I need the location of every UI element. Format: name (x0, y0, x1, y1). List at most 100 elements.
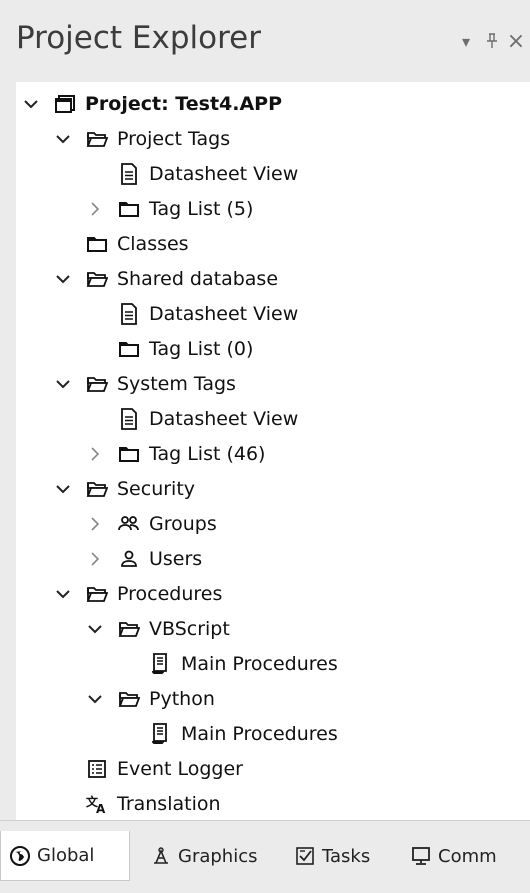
chevron-down-icon[interactable] (86, 620, 104, 638)
close-icon: × (506, 28, 526, 54)
bottom-tab-bar: Global Graphics Tasks Comm (0, 820, 530, 893)
tree-item[interactable]: Project: Test4.APP (22, 87, 282, 121)
folder-closed-icon (86, 233, 108, 255)
tree-item-label: Tag List (46) (149, 443, 266, 465)
folder-open-icon (118, 688, 140, 710)
folder-closed-icon (118, 443, 140, 465)
chevron-down-icon[interactable] (54, 585, 72, 603)
folder-open-icon (86, 268, 108, 290)
graphics-icon (150, 845, 172, 867)
tree-item[interactable]: Tag List (5) (86, 192, 253, 226)
document-icon (118, 163, 140, 185)
folder-open-icon (86, 128, 108, 150)
tree-item[interactable]: Datasheet View (86, 297, 298, 331)
chevron-down-icon[interactable] (86, 690, 104, 708)
tree-item[interactable]: Python (86, 682, 215, 716)
project-icon (54, 93, 76, 115)
tree-item-label: Main Procedures (181, 653, 338, 675)
folder-closed-icon (118, 198, 140, 220)
chevron-down-icon[interactable] (54, 375, 72, 393)
tree-item-label: Datasheet View (149, 303, 299, 325)
document-icon (118, 303, 140, 325)
tree-view: Project: Test4.APP Project Tags Datasheet … (16, 82, 530, 820)
tree-item-label: VBScript (149, 618, 230, 640)
chevron-right-icon[interactable] (86, 445, 104, 463)
folder-open-icon (86, 583, 108, 605)
tree-item-label: Users (149, 548, 203, 570)
tree-item[interactable]: Main Procedures (118, 717, 338, 751)
folder-open-icon (86, 478, 108, 500)
tasks-icon (294, 845, 316, 867)
tree-item-label: Event Logger (117, 758, 243, 780)
tree-item-label: System Tags (117, 373, 236, 395)
pin-button[interactable] (482, 28, 502, 54)
tree-item-label: Project Tags (117, 128, 231, 150)
chevron-down-icon[interactable] (54, 480, 72, 498)
script-icon (150, 653, 172, 675)
tree-item-label: Translation (117, 793, 221, 815)
chevron-down-icon[interactable] (54, 270, 72, 288)
tab-tasks[interactable]: Tasks (286, 833, 396, 879)
close-panel-button[interactable]: × (506, 28, 526, 54)
chevron-down-icon[interactable] (54, 130, 72, 148)
chevron-right-icon[interactable] (86, 200, 104, 218)
tree-item-label: Procedures (117, 583, 223, 605)
translation-icon: 文A (86, 793, 108, 815)
chevron-down-icon[interactable] (22, 95, 40, 113)
user-icon (118, 548, 140, 570)
tree-item[interactable]: Security (54, 472, 195, 506)
tab-label: Comm (438, 845, 497, 867)
tree-item-label: Tag List (0) (149, 338, 254, 360)
panel-dropdown-button[interactable]: ▾ (456, 28, 476, 54)
tree-item-label: Shared database (117, 268, 279, 290)
tree-item-label: Datasheet View (149, 163, 299, 185)
tree-item[interactable]: Datasheet View (86, 157, 298, 191)
tree-item[interactable]: Shared database (54, 262, 278, 296)
groups-icon (118, 513, 140, 535)
tree-item-label: Python (149, 688, 215, 710)
svg-text:A: A (96, 802, 106, 814)
tree-item[interactable]: Datasheet View (86, 402, 298, 436)
event-logger-icon (86, 758, 108, 780)
tab-global[interactable]: Global (0, 831, 130, 881)
tree-item[interactable]: Project Tags (54, 122, 230, 156)
tree-item[interactable]: Tag List (46) (86, 437, 265, 471)
comm-icon (410, 845, 432, 867)
tab-label: Global (37, 845, 95, 866)
tab-graphics[interactable]: Graphics (142, 833, 272, 879)
folder-open-icon (118, 618, 140, 640)
tree-item[interactable]: Groups (86, 507, 217, 541)
tree-item-label: Groups (149, 513, 217, 535)
folder-closed-icon (118, 338, 140, 360)
tree-item[interactable]: Users (86, 542, 202, 576)
chevron-right-icon[interactable] (86, 515, 104, 533)
tab-label: Graphics (178, 845, 258, 867)
tree-item[interactable]: VBScript (86, 612, 230, 646)
tree-item-label: Main Procedures (181, 723, 338, 745)
tree-item[interactable]: Tag List (0) (86, 332, 253, 366)
panel-header: Project Explorer ▾ × (0, 0, 530, 82)
tree-item-label: Datasheet View (149, 408, 299, 430)
tree-item[interactable]: System Tags (54, 367, 236, 401)
panel-title: Project Explorer (16, 20, 261, 56)
tree-item-label: Classes (117, 233, 189, 255)
tree-item[interactable]: Main Procedures (118, 647, 338, 681)
tree-item[interactable]: Event Logger (54, 752, 243, 786)
tab-comm[interactable]: Comm (402, 833, 522, 879)
dropdown-icon: ▾ (461, 31, 471, 51)
document-icon (118, 408, 140, 430)
tree-item[interactable]: Classes (54, 227, 189, 261)
tree-item-label: Tag List (5) (149, 198, 254, 220)
global-icon (9, 845, 31, 867)
tree-item[interactable]: Procedures (54, 577, 222, 611)
tree-item[interactable]: 文 A Translation (54, 787, 221, 821)
chevron-right-icon[interactable] (86, 550, 104, 568)
